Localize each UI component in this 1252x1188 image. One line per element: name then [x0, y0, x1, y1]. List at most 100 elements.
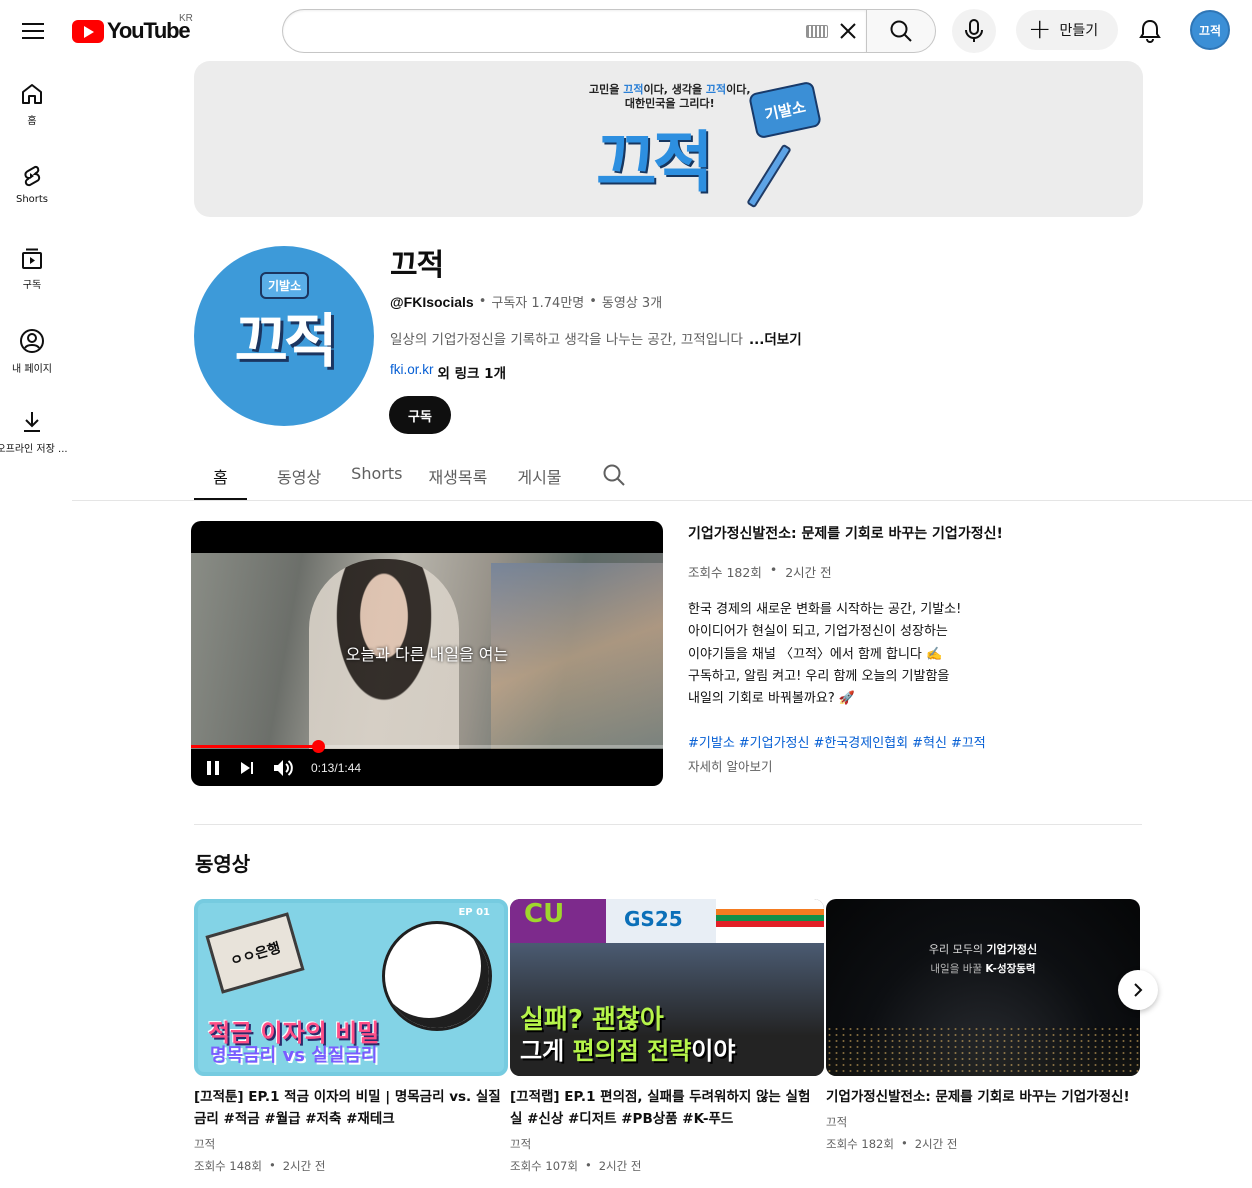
chevron-right-icon	[1134, 983, 1143, 997]
sidebar-item-label: 내 페이지	[12, 364, 52, 375]
channel-description: 일상의 기업가정신을 기록하고 생각을 나누는 공간, 끄적입니다 ...더보기	[390, 328, 802, 348]
account-avatar[interactable]: 끄적	[1190, 10, 1230, 50]
channel-links: fki.or.kr 외 링크 1개	[390, 362, 506, 382]
search-input[interactable]	[282, 9, 866, 53]
logo-text: YouTube	[107, 18, 191, 43]
section-title[interactable]: 동영상	[195, 848, 250, 877]
video-stats: 조회수 148회 • 2시간 전	[194, 1158, 326, 1173]
channel-link[interactable]: fki.or.kr	[390, 362, 434, 382]
top-bar: YouTube KR + 만들기 끄적	[0, 0, 1252, 62]
bank-illustration: ㅇㅇ은행	[205, 912, 305, 994]
sidebar-item-label: 구독	[22, 280, 42, 291]
channel-banner: 고민을 끄적이다, 생각을 끄적이다, 대한민국을 그리다! 끄적 기발소	[194, 61, 1143, 217]
video-title[interactable]: 기업가정신발전소: 문제를 기회로 바꾸는 기업가정신!	[826, 1086, 1140, 1108]
video-thumbnail[interactable]: 우리 모두의 기업가정신 내일을 바꿀 K-성장동력	[826, 899, 1140, 1076]
tab-search[interactable]	[602, 456, 626, 500]
pen-illustration	[746, 143, 792, 209]
video-thumbnail[interactable]: EP 01 ㅇㅇ은행 적금 이자의 비밀 명목금리 vs 실질금리	[194, 899, 508, 1076]
featured-video-player[interactable]: 오늘과 다른 내일을 여는 0:13/1:44	[191, 521, 663, 786]
upload-time: 2시간 전	[282, 1159, 326, 1173]
view-count: 조회수 148회	[194, 1159, 262, 1173]
sidebar-item-subscriptions[interactable]: 구독	[0, 226, 64, 308]
featured-title[interactable]: 기업가정신발전소: 문제를 기회로 바꾸는 기업가정신!	[688, 523, 1003, 543]
subscriber-count: 구독자 1.74만명	[491, 296, 585, 311]
upload-time: 2시간 전	[598, 1159, 642, 1173]
download-icon	[24, 412, 40, 432]
pause-button[interactable]	[205, 760, 221, 776]
banner-badge: 기발소	[747, 80, 823, 140]
upload-time: 2시간 전	[914, 1137, 958, 1151]
notifications-button[interactable]	[1130, 11, 1170, 51]
search-bar	[282, 9, 936, 53]
tab-playlists[interactable]: 재생목록	[428, 456, 487, 500]
hashtag-link[interactable]: #기발소	[688, 732, 735, 751]
view-count: 조회수 182회	[688, 565, 762, 580]
voice-search-button[interactable]	[952, 9, 996, 53]
clear-search-icon[interactable]	[834, 17, 862, 45]
video-card: 우리 모두의 기업가정신 내일을 바꿀 K-성장동력 기업가정신발전소: 문제를…	[826, 899, 1140, 1152]
next-button[interactable]	[239, 760, 255, 776]
video-title[interactable]: [끄적툰] EP.1 적금 이자의 비밀 | 명목금리 vs. 실질금리 #적금…	[194, 1086, 508, 1130]
sidebar: 홈 Shorts 구독 내 페이지 오프라인 저장 ...	[0, 62, 68, 472]
sidebar-item-home[interactable]: 홈	[0, 62, 64, 144]
progress-bar[interactable]	[191, 740, 663, 753]
volume-button[interactable]	[273, 759, 293, 777]
keyboard-icon[interactable]	[806, 25, 828, 38]
youtube-logo[interactable]: YouTube	[72, 18, 191, 44]
subscriptions-icon	[22, 248, 42, 269]
player-controls: 0:13/1:44	[191, 753, 663, 783]
carousel-next-button[interactable]	[1118, 970, 1158, 1010]
video-channel[interactable]: 끄적	[826, 1114, 1140, 1130]
profile-icon	[20, 329, 44, 353]
search-icon	[603, 464, 625, 486]
channel-tabs: 홈 동영상 Shorts 재생목록 게시물	[194, 456, 626, 500]
more-links[interactable]: 외 링크 1개	[438, 362, 506, 382]
channel-avatar: 기발소 끄적	[194, 246, 374, 426]
create-label: 만들기	[1059, 23, 1099, 39]
tabs-divider	[72, 500, 1252, 501]
search-button[interactable]	[866, 9, 936, 53]
featured-description: 한국 경제의 새로운 변화를 시작하는 공간, 기발소! 아이디어가 현실이 되…	[688, 602, 962, 707]
next-icon	[241, 762, 253, 774]
hashtag-link[interactable]: #혁신	[912, 732, 947, 751]
volume-icon	[274, 760, 293, 776]
bell-icon	[1139, 19, 1161, 43]
video-title[interactable]: [끄적랩] EP.1 편의점, 실패를 두려워하지 않는 실험실 #신상 #디저…	[510, 1086, 824, 1130]
menu-icon[interactable]	[14, 12, 52, 50]
sidebar-item-label: Shorts	[15, 194, 49, 205]
banner-logo-text: 끄적	[596, 124, 713, 201]
home-icon	[22, 84, 42, 104]
video-card: CU GS25 실패? 괜찮아 그게 편의점 전략이야 [끄적랩] EP.1 편…	[510, 899, 824, 1174]
progress-knob[interactable]	[312, 740, 326, 753]
video-card: EP 01 ㅇㅇ은행 적금 이자의 비밀 명목금리 vs 실질금리 [끄적툰] …	[194, 899, 508, 1174]
tab-shorts[interactable]: Shorts	[351, 456, 402, 500]
sidebar-item-downloads[interactable]: 오프라인 저장 ...	[0, 390, 68, 472]
section-divider	[194, 824, 1142, 825]
tab-home[interactable]: 홈	[194, 456, 247, 500]
channel-meta: @FKIsocials • 구독자 1.74만명 • 동영상 3개	[390, 293, 663, 312]
subscribe-button[interactable]: 구독	[389, 396, 451, 434]
tab-posts[interactable]: 게시물	[517, 456, 561, 500]
video-channel[interactable]: 끄적	[194, 1136, 508, 1152]
video-count: 동영상 3개	[601, 296, 663, 311]
featured-stats: 조회수 182회 • 2시간 전	[688, 562, 832, 580]
learn-more-link[interactable]: 자세히 알아보기	[688, 756, 772, 775]
sidebar-item-my-page[interactable]: 내 페이지	[0, 308, 64, 390]
sidebar-item-label: 오프라인 저장 ...	[0, 444, 68, 455]
more-button[interactable]: ...더보기	[749, 328, 802, 348]
video-channel[interactable]: 끄적	[510, 1136, 824, 1152]
create-button[interactable]: + 만들기	[1016, 10, 1118, 50]
hashtag-link[interactable]: #끄적	[951, 732, 986, 751]
video-stats: 조회수 182회 • 2시간 전	[826, 1136, 958, 1151]
hashtag-link[interactable]: #한국경제인협회	[813, 732, 908, 751]
plus-icon: +	[1028, 12, 1052, 45]
play-logo-icon	[72, 19, 104, 43]
sidebar-item-label: 홈	[27, 116, 37, 127]
video-thumbnail[interactable]: CU GS25 실패? 괜찮아 그게 편의점 전략이야	[510, 899, 824, 1076]
sidebar-item-shorts[interactable]: Shorts	[0, 144, 64, 226]
region-code: KR	[179, 13, 193, 24]
tab-videos[interactable]: 동영상	[277, 456, 321, 500]
pause-icon	[207, 761, 219, 775]
hashtag-link[interactable]: #기업가정신	[739, 732, 810, 751]
channel-handle: @FKIsocials	[390, 293, 474, 310]
